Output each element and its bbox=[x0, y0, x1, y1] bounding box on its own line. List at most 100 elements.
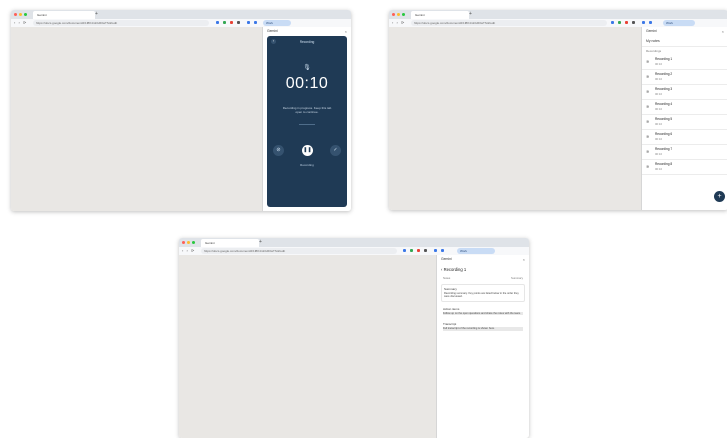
item-duration: 00:10 bbox=[655, 62, 662, 66]
stop-button[interactable]: ✓ bbox=[330, 145, 341, 156]
browser-tab[interactable]: Gemini bbox=[33, 11, 95, 19]
recording-list-item[interactable]: ≋ Recording 6 00:10 bbox=[642, 130, 727, 145]
recording-list-item[interactable]: ≋ Recording 2 00:10 bbox=[642, 70, 727, 85]
waveform-icon: ≋ bbox=[646, 119, 650, 124]
close-dot[interactable] bbox=[392, 13, 395, 16]
extension-icon[interactable] bbox=[237, 21, 240, 24]
recording-list-item[interactable]: ≋ Recording 1 00:10 bbox=[642, 55, 727, 70]
browser-window-recording: Gemini + ‹ › ⟳ https://docs.google.com/d… bbox=[11, 10, 351, 211]
summary-tab[interactable]: Summary bbox=[511, 276, 523, 280]
extension-icon[interactable] bbox=[216, 21, 219, 24]
extension-icon[interactable] bbox=[441, 249, 444, 252]
profile-button[interactable]: Work bbox=[663, 20, 695, 26]
maximize-dot[interactable] bbox=[402, 13, 405, 16]
extension-icon[interactable] bbox=[642, 21, 645, 24]
item-duration: 00:10 bbox=[655, 167, 662, 171]
waveform-icon: ≋ bbox=[646, 164, 650, 169]
browser-window-list: Gemini + ‹ › ⟳ https://docs.google.com/d… bbox=[389, 10, 727, 210]
recordings-subheader: Recordings bbox=[646, 49, 662, 53]
section-heading: Transcript bbox=[443, 322, 457, 327]
browser-tab[interactable]: Gemini bbox=[411, 11, 469, 19]
extension-icon[interactable] bbox=[434, 249, 437, 252]
page-content: Gemini × ‹ Recording 1 Notes Summary Sum… bbox=[179, 255, 529, 438]
close-icon[interactable]: × bbox=[523, 257, 525, 262]
new-tab-icon[interactable]: + bbox=[469, 10, 472, 19]
new-tab-icon[interactable]: + bbox=[95, 10, 98, 19]
new-tab-icon[interactable]: + bbox=[259, 238, 262, 247]
window-controls[interactable] bbox=[182, 241, 195, 244]
item-duration: 00:10 bbox=[655, 137, 662, 141]
side-panel: Gemini × ‹ Recording 🎙 00:10 Recording i… bbox=[262, 27, 351, 211]
profile-button[interactable]: Work bbox=[263, 20, 291, 26]
extension-icon[interactable] bbox=[417, 249, 420, 252]
close-icon[interactable]: × bbox=[722, 29, 724, 34]
profile-button[interactable]: Work bbox=[457, 248, 495, 254]
recorder-header: Recording bbox=[299, 40, 315, 44]
extension-icon[interactable] bbox=[618, 21, 621, 24]
tab-strip: Gemini + bbox=[11, 10, 351, 19]
extension-icon[interactable] bbox=[223, 21, 226, 24]
url-field[interactable]: https://docs.google.com/document/d/1f8K4… bbox=[33, 20, 209, 26]
notes-tab[interactable]: Notes bbox=[443, 276, 450, 280]
minimize-dot[interactable] bbox=[19, 13, 22, 16]
extension-icon[interactable] bbox=[424, 249, 427, 252]
recorder-card: ‹ Recording 🎙 00:10 Recording in progres… bbox=[267, 36, 347, 207]
extension-icon[interactable] bbox=[632, 21, 635, 24]
minimize-dot[interactable] bbox=[187, 241, 190, 244]
window-controls[interactable] bbox=[14, 13, 27, 16]
item-title: Recording 5 bbox=[655, 117, 673, 121]
maximize-dot[interactable] bbox=[192, 241, 195, 244]
section-heading: Action items bbox=[443, 306, 460, 311]
waveform-icon: ≋ bbox=[646, 74, 650, 79]
recording-list-item[interactable]: ≋ Recording 7 00:10 bbox=[642, 145, 727, 160]
nav-buttons[interactable]: ‹ › ⟳ bbox=[14, 20, 27, 26]
item-title: Recording 8 bbox=[655, 162, 673, 166]
browser-window-detail: Gemini + ‹ › ⟳ https://docs.google.com/d… bbox=[179, 238, 529, 438]
side-panel-title[interactable]: Gemini × bbox=[263, 27, 351, 36]
tab-strip: Gemini + bbox=[389, 10, 727, 19]
recording-list-item[interactable]: ≋ Recording 4 00:10 bbox=[642, 100, 727, 115]
item-title: Recording 7 bbox=[655, 147, 673, 151]
side-panel-title[interactable]: Gemini × bbox=[437, 255, 529, 264]
window-controls[interactable] bbox=[392, 13, 405, 16]
extension-icon[interactable] bbox=[247, 21, 250, 24]
recording-list-item[interactable]: ≋ Recording 3 00:10 bbox=[642, 85, 727, 100]
recording-list-item[interactable]: ≋ Recording 8 00:10 bbox=[642, 160, 727, 175]
close-dot[interactable] bbox=[14, 13, 17, 16]
extension-icon[interactable] bbox=[403, 249, 406, 252]
pause-button[interactable]: ❚❚ bbox=[302, 145, 313, 156]
close-dot[interactable] bbox=[182, 241, 185, 244]
extension-icon[interactable] bbox=[625, 21, 628, 24]
new-recording-button[interactable]: + bbox=[714, 191, 725, 202]
transcript-section: Transcript Full transcript of the record… bbox=[441, 320, 525, 332]
waveform-icon: ≋ bbox=[646, 89, 650, 94]
nav-buttons[interactable]: ‹ › ⟳ bbox=[392, 20, 405, 26]
nav-buttons[interactable]: ‹ › ⟳ bbox=[182, 248, 195, 254]
recording-timer: 00:10 bbox=[285, 75, 329, 92]
item-title: Recording 1 bbox=[655, 57, 673, 61]
side-panel-title[interactable]: Gemini × bbox=[642, 27, 727, 36]
section-heading: Summary bbox=[444, 287, 457, 291]
waveform-icon: ≋ bbox=[646, 59, 650, 64]
browser-tab[interactable]: Gemini bbox=[201, 239, 259, 247]
recording-list-item[interactable]: ≋ Recording 5 00:10 bbox=[642, 115, 727, 130]
extension-icon[interactable] bbox=[410, 249, 413, 252]
item-duration: 00:10 bbox=[655, 92, 662, 96]
waveform-icon: ≋ bbox=[646, 104, 650, 109]
maximize-dot[interactable] bbox=[24, 13, 27, 16]
extension-icon[interactable] bbox=[649, 21, 652, 24]
minimize-dot[interactable] bbox=[397, 13, 400, 16]
extension-icon[interactable] bbox=[611, 21, 614, 24]
extension-icon[interactable] bbox=[254, 21, 257, 24]
url-field[interactable]: https://docs.google.com/document/d/1f8K4… bbox=[201, 248, 397, 254]
notes-header: My notes bbox=[642, 36, 727, 47]
url-field[interactable]: https://docs.google.com/document/d/1f8K4… bbox=[411, 20, 607, 26]
section-text: Follow up on the open questions and shar… bbox=[443, 311, 523, 316]
close-icon[interactable]: × bbox=[345, 29, 347, 34]
section-text: Full transcript of the recording is show… bbox=[443, 327, 523, 331]
discard-button[interactable]: ⊘ bbox=[273, 145, 284, 156]
extension-icon[interactable] bbox=[230, 21, 233, 24]
item-duration: 00:10 bbox=[655, 77, 662, 81]
side-panel-title-text: Gemini bbox=[267, 29, 278, 33]
recording-message: Recording in progress. Keep this tab ope… bbox=[282, 106, 332, 114]
